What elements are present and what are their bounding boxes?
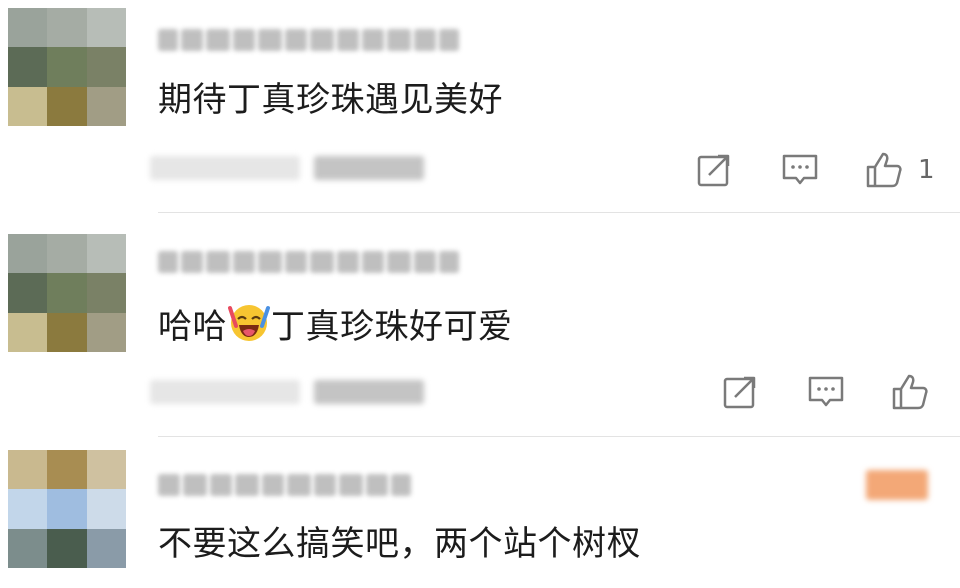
divider [158, 436, 960, 437]
username[interactable] [158, 470, 411, 500]
share-button[interactable] [720, 372, 760, 412]
avatar[interactable] [8, 8, 126, 126]
share-button[interactable] [694, 150, 734, 190]
username[interactable] [158, 247, 459, 277]
divider [158, 212, 960, 213]
share-icon [723, 376, 756, 409]
comment-text: 不要这么搞笑吧，两个站个树杈 [158, 524, 641, 564]
username[interactable] [158, 25, 459, 55]
avatar[interactable] [8, 450, 126, 568]
comment-text: 哈哈 丁真珍珠好可爱 [158, 300, 513, 349]
comment-text-part: 哈哈 [158, 307, 227, 347]
like-count: 1 [918, 155, 935, 185]
comment-meta [150, 148, 424, 188]
laughing-crying-emoji-icon [228, 305, 270, 341]
share-icon [697, 154, 730, 187]
thumbs-up-icon [866, 152, 902, 188]
comment-text: 期待丁真珍珠遇见美好 [158, 80, 503, 120]
reply-button[interactable] [780, 150, 820, 190]
avatar[interactable] [8, 234, 126, 352]
thumbs-up-icon [892, 374, 928, 410]
comment-meta [150, 372, 424, 412]
user-badge [866, 470, 928, 500]
comment-icon [808, 376, 844, 407]
like-button[interactable]: 1 [864, 150, 935, 190]
comment-text-part: 丁真珍珠好可爱 [271, 307, 513, 347]
like-button[interactable] [890, 372, 930, 412]
reply-button[interactable] [806, 372, 846, 412]
comment-icon [782, 154, 818, 185]
